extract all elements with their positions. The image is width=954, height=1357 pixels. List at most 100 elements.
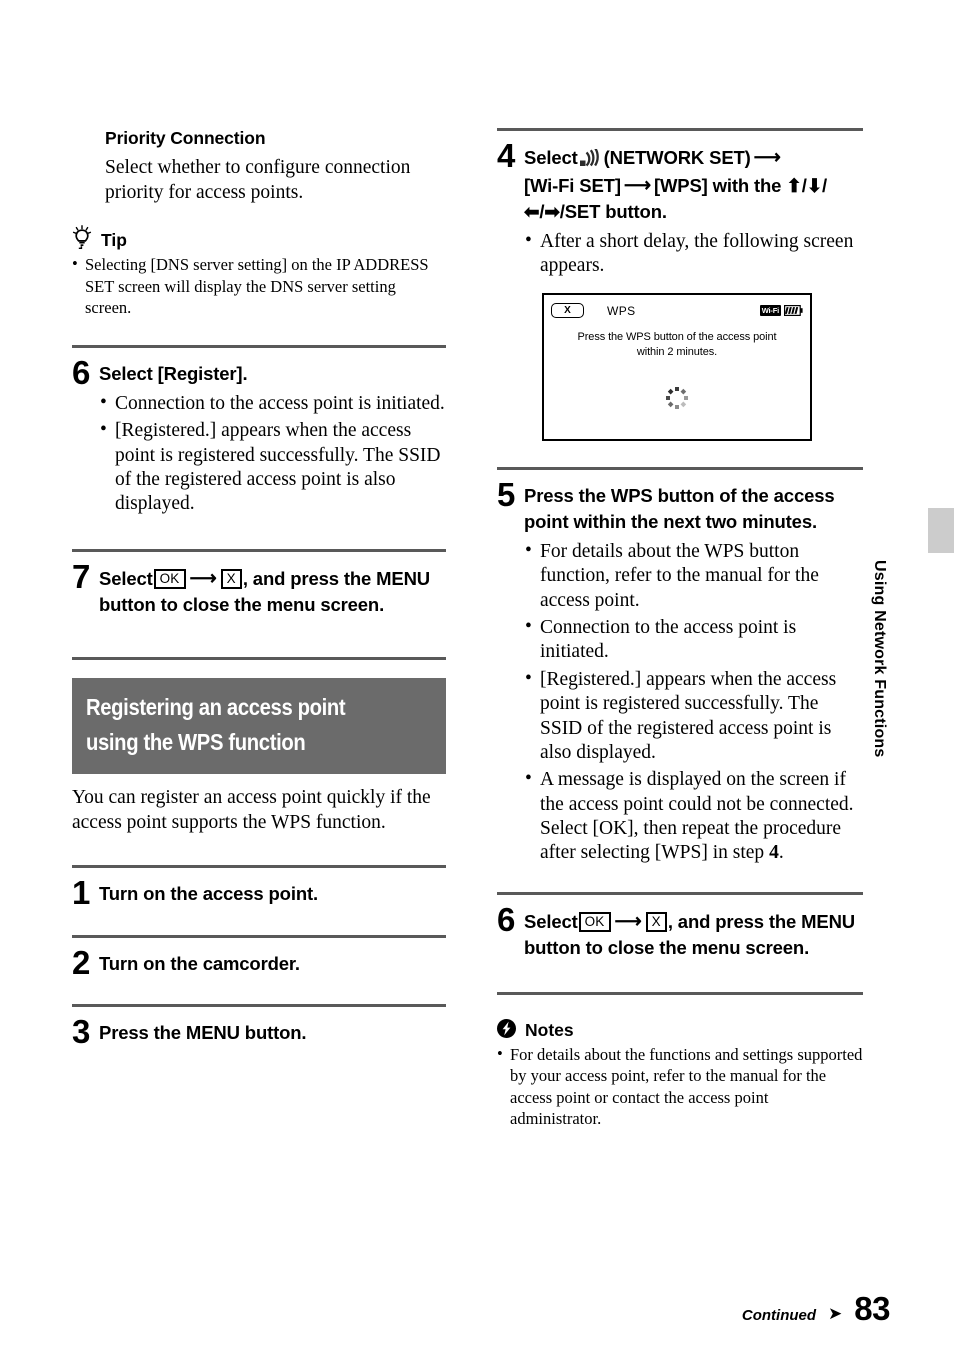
section-heading-line2: using the WPS function (86, 729, 306, 756)
notes-header: Notes (497, 1019, 863, 1039)
step-bullet: Connection to the access point is initia… (99, 391, 446, 416)
step-5: 5 Press the WPS button of the access poi… (497, 475, 863, 536)
step-number: 1 (72, 874, 91, 912)
tip-label: Tip (101, 229, 127, 250)
close-key-icon: X (220, 568, 242, 589)
chapter-tab-marker (928, 508, 954, 553)
step-bullet: A message is displayed on the screen if … (524, 767, 863, 866)
lightbulb-icon (72, 225, 92, 250)
divider (497, 128, 863, 131)
step-bullet: Connection to the access point is initia… (524, 615, 863, 665)
step-1: 1 Turn on the access point. (72, 874, 446, 912)
step-bullet: For details about the WPS button functio… (524, 539, 863, 613)
battery-icon (784, 305, 803, 317)
step-bullet-post: . (778, 842, 784, 864)
lcd-message-line2: within 2 minutes. (636, 346, 718, 359)
step-title: Select OK ⟶ X, and press the MENU button to… (99, 564, 446, 619)
ok-key-icon: OK (578, 911, 611, 932)
arrow-right-icon: ➤ (828, 1304, 843, 1323)
step-reference: 4 (769, 842, 779, 864)
section-heading-band: Registering an access point using the WP… (72, 678, 446, 774)
dpad-left-icon: ⬅ (524, 201, 540, 223)
step-title-post: (NETWORK SET) (603, 147, 751, 168)
step-title: Press the MENU button. (99, 1022, 307, 1044)
step-title-pre: Select (99, 567, 153, 589)
step-bullet: After a short delay, the following scree… (524, 229, 863, 279)
dpad-down-icon: ⬇ (806, 174, 823, 196)
step-4-body: After a short delay, the following scree… (524, 229, 863, 279)
lcd-top-bar: X WPS Wi-Fi (544, 295, 810, 321)
right-column: 4 Select (NETWORK SET) ⟶ [Wi-Fi SET] ⟶ [WPS]… (497, 128, 863, 1130)
step-title: Select (NETWORK SET) ⟶ [Wi-Fi SET] ⟶ [WPS] w… (524, 143, 827, 226)
lcd-close-button[interactable]: X (551, 303, 584, 319)
step-bullet-pre: A message is displayed on the screen if … (540, 769, 854, 864)
divider (72, 934, 446, 938)
divider (497, 891, 863, 895)
priority-connection-heading: Priority Connection (105, 128, 266, 148)
network-wifi-icon (579, 147, 601, 167)
dpad-up-icon: ⬆ (786, 174, 802, 196)
step-bullet: [Registered.] appears when the access po… (524, 667, 863, 766)
step-number: 7 (72, 557, 91, 595)
step-2: 2 Turn on the camcorder. (72, 943, 446, 981)
arrow-right-icon: ⟶ (614, 910, 642, 932)
step-number: 5 (497, 475, 516, 513)
step-title-pre: Select (524, 910, 578, 932)
ok-key-icon: OK (153, 568, 186, 589)
divider (72, 548, 446, 552)
tip-list: Selecting [DNS server setting] on the IP… (72, 253, 446, 318)
tip-header: Tip (72, 225, 446, 250)
step-title: Press the WPS button of the access point… (524, 484, 835, 533)
loading-spinner-icon (666, 386, 688, 409)
divider (72, 344, 446, 348)
continued-label: Continued (741, 1307, 817, 1324)
notes-item: For details about the functions and sett… (497, 1043, 863, 1130)
flash-note-icon (497, 1019, 516, 1039)
lcd-title: WPS (607, 303, 636, 318)
step-title: Turn on the camcorder. (99, 952, 300, 974)
dpad-right-icon: ➡ (544, 201, 560, 223)
lcd-status-badges: Wi-Fi (759, 304, 803, 317)
tip-item: Selecting [DNS server setting] on the IP… (72, 253, 446, 318)
step-6: 6 Select [Register]. (72, 353, 446, 391)
arrow-right-icon: ⟶ (189, 567, 217, 589)
step-number: 6 (72, 353, 91, 391)
step-5-body: For details about the WPS button functio… (524, 539, 863, 866)
chapter-tab-label: Using Network Functions (871, 560, 888, 758)
divider (497, 466, 863, 470)
step-3: 3 Press the MENU button. (72, 1013, 446, 1051)
manual-page: Priority Connection Select whether to co… (0, 0, 954, 1357)
step-number: 3 (72, 1013, 91, 1051)
section-intro: You can register an access point quickly… (72, 786, 431, 833)
page-number: 83 (854, 1290, 890, 1327)
notes-label: Notes (525, 1019, 574, 1040)
step-title-line2a: [Wi-Fi SET] (524, 174, 621, 196)
arrow-right-icon: ⟶ (623, 174, 651, 196)
step-title: Turn on the access point. (99, 883, 318, 905)
close-key-icon: X (645, 911, 667, 932)
divider (72, 1004, 446, 1008)
step-7: 7 Select OK ⟶ X, and press the MENU button … (72, 557, 446, 619)
step-title: Select OK ⟶ X, and press the MENU button to… (524, 907, 863, 962)
notes-list: For details about the functions and sett… (497, 1043, 863, 1130)
step-title-line2b: [WPS] with the (653, 174, 782, 196)
step-bullet: [Registered.] appears when the access po… (99, 418, 446, 517)
page-footer: Continued ➤ 83 (741, 1290, 891, 1327)
step-title: Select [Register]. (99, 362, 248, 384)
lcd-message-line1: Press the WPS button of the access point (577, 330, 777, 343)
step-number: 4 (497, 137, 516, 174)
step-number: 2 (72, 943, 91, 981)
step-4: 4 Select (NETWORK SET) ⟶ [Wi-Fi SET] ⟶ [WPS]… (497, 137, 863, 226)
step-6-right: 6 Select OK ⟶ X, and press the MENU button … (497, 900, 863, 962)
step-6-body: Connection to the access point is initia… (99, 391, 446, 517)
arrow-right-icon: ⟶ (753, 147, 781, 168)
priority-connection-body: Select whether to configure connection p… (105, 157, 411, 204)
section-heading-line1: Registering an access point (86, 694, 346, 721)
step-number: 6 (497, 900, 516, 938)
wps-screen-illustration: X WPS Wi-Fi Press the WPS button of the … (542, 292, 812, 441)
left-column: Priority Connection Select whether to co… (72, 128, 446, 1048)
divider (497, 992, 863, 995)
divider (72, 865, 446, 869)
step-title-pre: Select (524, 147, 578, 168)
divider (72, 657, 446, 661)
